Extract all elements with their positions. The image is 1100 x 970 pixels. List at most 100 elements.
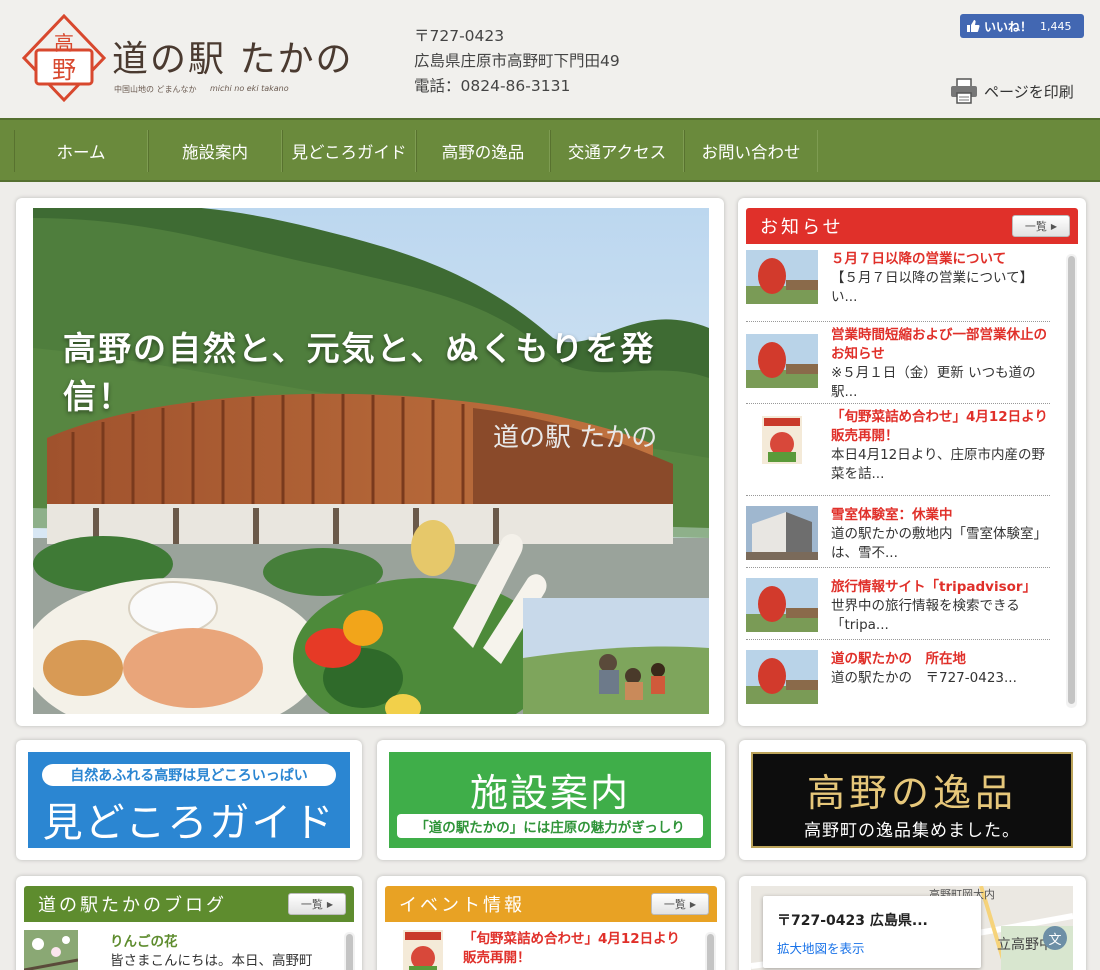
building-sign: 道の駅 たかの [493, 423, 657, 453]
guide-banner-sub: 自然あふれる高野は見どころいっぱい [42, 764, 336, 786]
news-thumbnail[interactable] [762, 416, 802, 464]
news-title[interactable]: 「旬野菜詰め合わせ」4月12日より販売再開！ [831, 408, 1051, 446]
logo-subtitle: 中国山地の どまんなか [114, 85, 197, 94]
blog-item-excerpt: 皆さまこんにちは。本日、高野町 [110, 953, 313, 969]
news-item[interactable]: 道の駅たかの 所在地 道の駅たかの 〒727-0423... [746, 640, 1050, 706]
nav-item-facility[interactable]: 施設案内 [148, 130, 282, 172]
triangle-right-icon: ▶ [689, 899, 697, 909]
events-more-label: 一覧 [663, 898, 686, 911]
news-item[interactable]: 雪室体験室：休業中 道の駅たかの敷地内「雪室体験室」は、雪不... [746, 496, 1050, 568]
printer-icon [951, 78, 977, 104]
news-more-label: 一覧 [1024, 220, 1047, 233]
news-thumbnail[interactable] [746, 650, 818, 704]
blog-heading-bar: 道の駅たかのブログ 一覧 ▶ [24, 886, 354, 922]
street-address: 広島県庄原市高野町下門田49 [414, 52, 620, 70]
blog-heading: 道の駅たかのブログ [38, 895, 227, 916]
events-more-button[interactable]: 一覧 ▶ [651, 893, 709, 915]
events-heading: イベント情報 [399, 895, 525, 916]
news-title[interactable]: ５月７日以降の営業について [831, 250, 1051, 269]
event-thumbnail[interactable] [403, 930, 443, 970]
nav-item-guide[interactable]: 見どころガイド [282, 130, 416, 172]
phone-number: 電話：0824-86-3131 [414, 77, 571, 95]
map-card-title: 〒727-0423 広島県... [777, 913, 928, 929]
global-nav: ホーム 施設案内 見どころガイド 高野の逸品 交通アクセス お問い合わせ [0, 118, 1100, 182]
contact-info: 〒727-0423 広島県庄原市高野町下門田49 電話：0824-86-3131 [414, 24, 620, 99]
news-title[interactable]: 道の駅たかの 所在地 [831, 650, 1051, 669]
nav-item-access[interactable]: 交通アクセス [550, 130, 684, 172]
news-scrollbar-thumb[interactable] [1068, 256, 1075, 704]
specialty-banner-sub: 高野町の逸品集めました。 [804, 821, 1020, 841]
events-scrollbar[interactable] [705, 932, 716, 970]
news-excerpt: 道の駅たかの敷地内「雪室体験室」は、雪不... [831, 526, 1047, 561]
map-enlarge-link[interactable]: 拡大地図を表示 [777, 938, 865, 957]
facility-banner[interactable]: 施設案内 「道の駅たかの」には庄原の魅力がぎっしり [389, 752, 711, 848]
map-info-card: 〒727-0423 広島県... 拡大地図を表示 [763, 896, 981, 968]
events-panel: イベント情報 一覧 ▶ 「旬野菜詰め合わせ」4月12日より販売再開！ [377, 876, 725, 970]
news-item[interactable]: ５月７日以降の営業について 【５月７日以降の営業について】い... [746, 250, 1050, 322]
specialty-banner[interactable]: 高野の逸品 高野町の逸品集めました。 [751, 752, 1073, 848]
news-heading: お知らせ [760, 217, 844, 238]
blog-thumbnail[interactable] [24, 930, 78, 970]
news-item[interactable]: 営業時間短縮および一部営業休止のお知らせ ※５月１日（金）更新 いつも道の駅..… [746, 322, 1050, 404]
print-label: ページを印刷 [984, 82, 1074, 101]
news-title[interactable]: 営業時間短縮および一部営業休止のお知らせ [831, 326, 1051, 364]
news-item[interactable]: 旅行情報サイト「tripadvisor」 世界中の旅行情報を検索できる「trip… [746, 568, 1050, 640]
hero-panel: 道の駅 たかの 高野の自然と、元気と、ぬくもりを発信！ [16, 198, 724, 726]
news-scrollbar[interactable] [1066, 254, 1077, 708]
map-panel: 高野町岡大内 立高野中 文 〒727-0423 広島県... 拡大地図を表示 [739, 876, 1086, 970]
blog-item-title[interactable]: りんごの花 [110, 930, 178, 950]
events-heading-bar: イベント情報 一覧 ▶ [385, 886, 717, 922]
news-thumbnail[interactable] [746, 506, 818, 560]
nav-item-specialty[interactable]: 高野の逸品 [416, 130, 550, 172]
svg-text:野: 野 [52, 56, 76, 84]
news-title[interactable]: 旅行情報サイト「tripadvisor」 [831, 578, 1051, 597]
event-item-title[interactable]: 「旬野菜詰め合わせ」4月12日より販売再開！ [463, 930, 683, 968]
news-list: ５月７日以降の営業について 【５月７日以降の営業について】い... 営業時間短縮… [746, 250, 1050, 706]
news-excerpt: 【５月７日以降の営業について】い... [831, 270, 1034, 305]
school-marker-icon[interactable]: 文 [1043, 926, 1067, 950]
facebook-like-button[interactable]: いいね！ 1,445 [960, 14, 1084, 38]
news-more-button[interactable]: 一覧 ▶ [1012, 215, 1070, 237]
logo-title[interactable]: 道の駅 たかの [112, 30, 353, 82]
hero-caption: 高野の自然と、元気と、ぬくもりを発信！ [63, 329, 656, 416]
news-heading-bar: お知らせ 一覧 ▶ [746, 208, 1078, 244]
facility-banner-title: 施設案内 [469, 771, 630, 815]
logo-subtitle-en: michi no eki takano [210, 84, 289, 93]
specialty-banner-title: 高野の逸品 [806, 771, 1017, 815]
facility-banner-sub: 「道の駅たかの」には庄原の魅力がぎっしり [397, 814, 703, 838]
postal-code: 〒727-0423 [414, 27, 505, 45]
triangle-right-icon: ▶ [326, 899, 334, 909]
news-thumbnail[interactable] [746, 578, 818, 632]
guide-banner[interactable]: 自然あふれる高野は見どころいっぱい 見どころガイド [28, 752, 350, 848]
news-title[interactable]: 雪室体験室：休業中 [831, 506, 1051, 525]
news-thumbnail[interactable] [746, 250, 818, 304]
news-excerpt: 道の駅たかの 〒727-0423... [831, 670, 1017, 686]
news-excerpt: 世界中の旅行情報を検索できる「tripa... [831, 598, 1020, 633]
thumbs-up-icon [967, 20, 980, 32]
news-thumbnail[interactable] [746, 334, 818, 388]
site-header: 高 野 道の駅 たかの 中国山地の どまんなか michi no eki tak… [0, 0, 1100, 118]
news-excerpt: 本日4月12日より、庄原市内産の野菜を詰... [831, 447, 1045, 482]
news-panel: お知らせ 一覧 ▶ ５月７日以降の営業について 【５月７日以降の営業について】い… [738, 198, 1086, 726]
specialty-banner-panel: 高野の逸品 高野町の逸品集めました。 [739, 740, 1086, 860]
blog-panel: 道の駅たかのブログ 一覧 ▶ りんごの花 皆さまこんにちは。本日、高野町 [16, 876, 362, 970]
blog-scrollbar-thumb[interactable] [346, 934, 353, 970]
hero-image: 道の駅 たかの 高野の自然と、元気と、ぬくもりを発信！ [33, 208, 709, 714]
print-page-button[interactable]: ページを印刷 [950, 78, 1074, 104]
news-item[interactable]: 「旬野菜詰め合わせ」4月12日より販売再開！ 本日4月12日より、庄原市内産の野… [746, 404, 1050, 496]
facility-banner-panel: 施設案内 「道の駅たかの」には庄原の魅力がぎっしり [377, 740, 725, 860]
blog-more-label: 一覧 [300, 898, 323, 911]
like-count: 1,445 [1040, 19, 1072, 33]
guide-banner-title: 見どころガイド [42, 800, 336, 846]
nav-item-home[interactable]: ホーム [14, 130, 148, 172]
blog-more-button[interactable]: 一覧 ▶ [288, 893, 346, 915]
events-scrollbar-thumb[interactable] [707, 934, 714, 970]
triangle-right-icon: ▶ [1050, 221, 1058, 231]
svg-text:高: 高 [54, 31, 74, 55]
nav-item-contact[interactable]: お問い合わせ [684, 130, 818, 172]
news-excerpt: ※５月１日（金）更新 いつも道の駅... [831, 365, 1036, 400]
guide-banner-panel: 自然あふれる高野は見どころいっぱい 見どころガイド [16, 740, 362, 860]
blog-scrollbar[interactable] [344, 932, 355, 970]
hero-illustration: 道の駅 たかの [33, 208, 709, 714]
logo-mark-icon[interactable]: 高 野 [22, 14, 106, 108]
